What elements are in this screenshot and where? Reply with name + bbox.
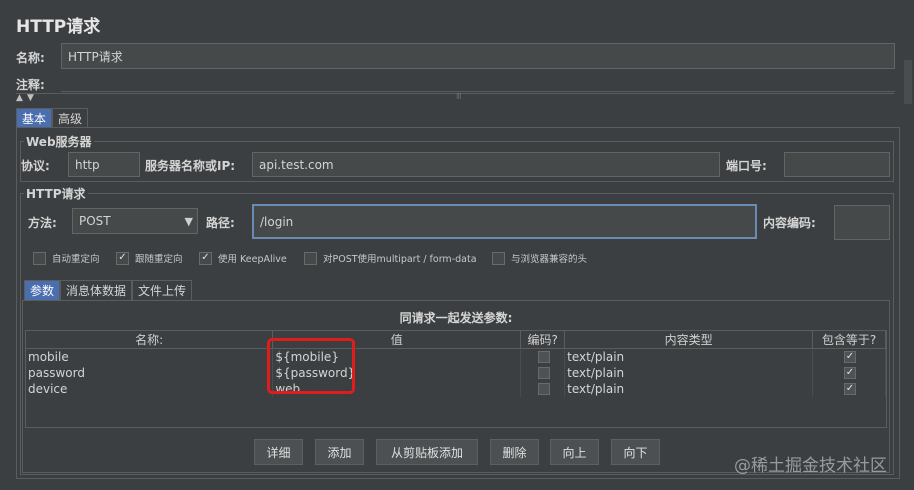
param-content-type-cell[interactable]: text/plain — [564, 348, 814, 365]
param-content-type-cell[interactable]: text/plain — [564, 364, 814, 381]
method-label: 方法: — [28, 216, 57, 230]
watermark: @稀土掘金技术社区 — [734, 456, 887, 476]
option-label: 自动重定向 — [52, 254, 100, 265]
collapse-down-icon[interactable]: ▼ — [27, 93, 34, 103]
highlight-annotation — [267, 338, 355, 394]
option-label: 与浏览器兼容的头 — [511, 254, 588, 265]
protocol-label: 协议: — [21, 159, 50, 173]
tab-body-data[interactable]: 消息体数据 — [60, 280, 133, 300]
add-button[interactable]: 添加 — [315, 439, 364, 465]
param-encode-cell[interactable] — [520, 380, 566, 397]
method-value: POST — [79, 214, 111, 228]
move-down-button[interactable]: 向下 — [611, 439, 660, 465]
param-include-equals-cell[interactable]: ✓ — [812, 364, 886, 381]
params-table: 名称: 值 编码? 内容类型 包含等于? mobile ${mobile} te… — [26, 331, 886, 397]
server-input[interactable]: api.test.com — [252, 152, 720, 177]
splitter[interactable]: ▲ ▼ ⁝⁝⁝ — [16, 92, 894, 103]
path-value: /login — [260, 214, 294, 229]
checkbox-icon[interactable] — [537, 367, 550, 379]
path-input[interactable]: /login — [252, 204, 757, 239]
param-name-cell[interactable]: mobile — [26, 348, 274, 365]
name-label: 名称: — [16, 51, 45, 65]
comments-input[interactable] — [61, 72, 895, 92]
option-label: 使用 KeepAlive — [218, 254, 287, 265]
grip-icon[interactable]: ⁝⁝⁝ — [456, 92, 462, 101]
tab-advanced[interactable]: 高级 — [52, 108, 89, 128]
option-multipart[interactable]: 对POST使用multipart / form-data — [304, 251, 477, 265]
encoding-input[interactable] — [834, 205, 890, 240]
method-select[interactable]: POST ▼ — [72, 208, 198, 234]
param-include-equals-cell[interactable]: ✓ — [812, 380, 886, 397]
table-row[interactable]: mobile ${mobile} text/plain ✓ — [26, 348, 886, 365]
protocol-value: http — [75, 157, 100, 172]
check-icon[interactable]: ✓ — [844, 383, 856, 395]
checkbox-icon[interactable] — [537, 351, 550, 364]
check-icon[interactable]: ✓ — [844, 351, 856, 364]
params-caption: 同请求一起发送参数: — [399, 311, 513, 325]
column-header-include-equals[interactable]: 包含等于? — [812, 331, 886, 349]
tab-basic[interactable]: 基本 — [16, 108, 53, 128]
tab-file-upload[interactable]: 文件上传 — [132, 280, 193, 300]
encoding-label: 内容编码: — [763, 216, 816, 230]
column-header-encode[interactable]: 编码? — [520, 331, 566, 349]
option-keepalive[interactable]: ✓ 使用 KeepAlive — [199, 251, 287, 265]
param-name-cell[interactable]: device — [26, 380, 274, 397]
option-label: 跟随重定向 — [135, 254, 183, 265]
detail-button[interactable]: 详细 — [254, 439, 303, 465]
param-content-type-cell[interactable]: text/plain — [564, 380, 814, 397]
table-row[interactable]: password ${password} text/plain ✓ — [26, 364, 886, 381]
option-follow-redirect[interactable]: ✓ 跟随重定向 — [116, 251, 183, 265]
table-header-row: 名称: 值 编码? 内容类型 包含等于? — [26, 331, 886, 349]
main-tab-bar: 基本 高级 — [16, 108, 89, 128]
web-server-legend: Web服务器 — [24, 133, 94, 150]
server-label: 服务器名称或IP: — [145, 159, 236, 173]
checkbox-icon[interactable] — [33, 251, 46, 265]
option-auto-redirect[interactable]: 自动重定向 — [33, 251, 100, 265]
checkbox-icon[interactable] — [537, 383, 550, 395]
dropdown-icon: ▼ — [184, 214, 193, 228]
option-browser-headers[interactable]: 与浏览器兼容的头 — [492, 251, 587, 265]
checkbox-icon[interactable] — [304, 251, 317, 265]
port-label: 端口号: — [726, 159, 767, 173]
collapse-up-icon[interactable]: ▲ — [16, 93, 23, 103]
column-header-content-type[interactable]: 内容类型 — [564, 331, 814, 349]
table-row[interactable]: device web text/plain ✓ — [26, 380, 886, 397]
check-icon[interactable]: ✓ — [116, 251, 129, 265]
port-input[interactable] — [784, 152, 890, 177]
name-input[interactable]: HTTP请求 — [61, 43, 895, 69]
tab-parameters[interactable]: 参数 — [24, 280, 61, 300]
path-label: 路径: — [206, 216, 235, 230]
server-value: api.test.com — [259, 157, 334, 172]
scrollbar[interactable] — [904, 60, 912, 104]
protocol-input[interactable]: http — [68, 152, 140, 177]
param-encode-cell[interactable] — [520, 364, 566, 381]
option-label: 对POST使用multipart / form-data — [323, 254, 477, 265]
comments-label: 注释: — [16, 78, 45, 92]
param-encode-cell[interactable] — [520, 348, 566, 365]
name-input-value: HTTP请求 — [68, 49, 123, 64]
params-table-container: 名称: 值 编码? 内容类型 包含等于? mobile ${mobile} te… — [25, 330, 887, 428]
http-request-legend: HTTP请求 — [24, 185, 88, 202]
move-up-button[interactable]: 向上 — [550, 439, 599, 465]
check-icon[interactable]: ✓ — [844, 367, 856, 379]
window-title: HTTP请求 — [16, 17, 101, 37]
delete-button[interactable]: 删除 — [490, 439, 539, 465]
sub-tab-bar: 参数 消息体数据 文件上传 — [24, 280, 193, 300]
param-name-cell[interactable]: password — [26, 364, 274, 381]
param-include-equals-cell[interactable]: ✓ — [812, 348, 886, 365]
column-header-name[interactable]: 名称: — [26, 331, 274, 349]
add-from-clipboard-button[interactable]: 从剪贴板添加 — [376, 439, 478, 465]
check-icon[interactable]: ✓ — [199, 251, 212, 265]
checkbox-icon[interactable] — [492, 251, 505, 265]
